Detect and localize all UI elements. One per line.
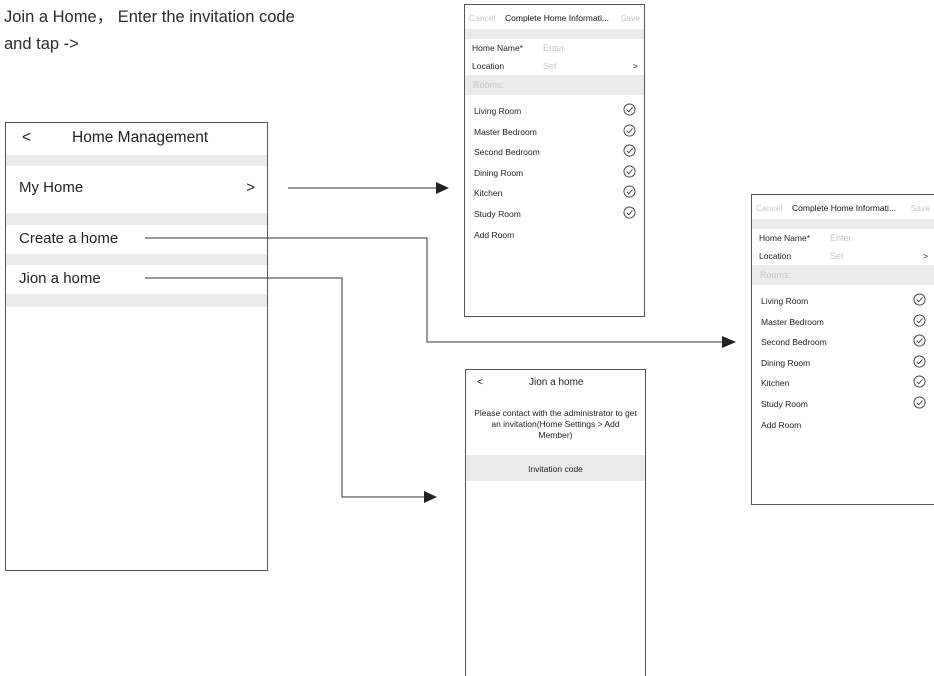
arrowhead-icon [436, 182, 449, 194]
arrow-create-home [145, 237, 722, 343]
flow-arrows [145, 182, 736, 503]
arrowhead-icon [722, 336, 736, 348]
arrowhead-icon [424, 491, 437, 503]
arrow-join-home [145, 277, 424, 498]
